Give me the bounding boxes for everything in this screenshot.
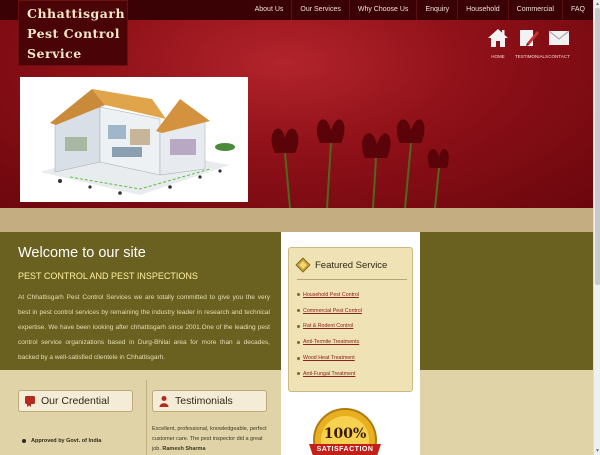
nav-commercial[interactable]: Commercial	[507, 0, 562, 20]
featured-service-list: Household Pest Control Commercial Pest C…	[297, 287, 362, 382]
featured-heading: Featured Service	[295, 257, 387, 273]
beige-band	[0, 208, 593, 232]
ribbon-icon	[25, 396, 35, 407]
service-item: Commercial Pest Control	[297, 303, 362, 319]
site-logo[interactable]: Chhattisgarh Pest Control Service	[18, 0, 128, 66]
logo-line-3: Service	[27, 46, 82, 61]
service-link-anti-fungal[interactable]: Anti-Fungal Treatment	[303, 371, 355, 377]
quick-link-label: HOME	[491, 54, 505, 59]
quick-link-label: TESTIMONIALS	[515, 54, 549, 59]
logo-line-1: Chhattisgarh	[27, 6, 126, 21]
nav-about-us[interactable]: About Us	[247, 0, 292, 20]
main-nav: About Us Our Services Why Choose Us Enqu…	[247, 0, 593, 20]
nav-faq[interactable]: FAQ	[561, 0, 593, 20]
badge-percent: 100%	[323, 426, 367, 442]
welcome-title: Welcome to our site	[18, 245, 146, 261]
badge-word: SATISFACTION	[316, 446, 374, 453]
nav-our-services[interactable]: Our Services	[291, 0, 348, 20]
service-link-rodent[interactable]: Rat & Rodent Control	[303, 323, 353, 329]
welcome-paragraph: At Chhattisgarh Pest Control Services we…	[18, 294, 270, 361]
welcome-subtitle: PEST CONTROL AND PEST INSPECTIONS	[18, 271, 198, 281]
credential-heading: Our Credential	[18, 390, 133, 412]
vertical-scrollbar[interactable]: ▲ ▼	[593, 0, 600, 455]
featured-divider	[297, 279, 407, 280]
bullet-icon	[297, 324, 300, 328]
nav-enquiry[interactable]: Enquiry	[416, 0, 457, 20]
service-item: Wood Heat Treatment	[297, 350, 362, 366]
header: Chhattisgarh Pest Control Service About …	[0, 0, 593, 208]
service-item: Anti-Fungal Treatment	[297, 366, 362, 382]
bullet-icon	[297, 372, 300, 376]
bullet-icon	[22, 439, 26, 443]
service-link-commercial[interactable]: Commercial Pest Control	[303, 308, 362, 314]
service-item: Rat & Rodent Control	[297, 319, 362, 335]
column-divider	[146, 380, 147, 455]
service-item: Household Pest Control	[297, 287, 362, 303]
featured-title: Featured Service	[315, 259, 388, 271]
person-icon	[159, 396, 169, 407]
service-link-household[interactable]: Household Pest Control	[303, 292, 359, 298]
testimonial-block: Excellent, professional, knowledgeable, …	[152, 424, 272, 454]
featured-service-box: Featured Service Household Pest Control …	[288, 247, 413, 392]
service-item: Anti-Termite Treatments	[297, 334, 362, 350]
home-icon	[484, 25, 512, 51]
hero-house-image	[20, 77, 248, 202]
bullet-icon	[297, 309, 300, 313]
credential-item-text: Approved by Govt. of India	[31, 438, 102, 444]
quick-link-testimonials[interactable]: TESTIMONIALS	[515, 25, 549, 59]
service-link-wood-heat[interactable]: Wood Heat Treatment	[303, 355, 355, 361]
credential-item: Approved by Govt. of India	[22, 438, 101, 444]
scroll-up-icon[interactable]: ▲	[595, 1, 600, 7]
testimonial-author: Ramesh Sharma	[162, 446, 206, 452]
testimonials-heading: Testimonials	[152, 390, 267, 412]
scrollbar-thumb[interactable]	[595, 8, 600, 285]
service-link-anti-termite[interactable]: Anti-Termite Treatments	[303, 339, 359, 345]
nav-why-choose-us[interactable]: Why Choose Us	[348, 0, 417, 20]
flower-decoration	[271, 119, 449, 208]
quick-link-contact[interactable]: CONTACT	[545, 25, 573, 59]
bullet-icon	[297, 356, 300, 360]
quick-link-home[interactable]: HOME	[484, 25, 512, 59]
nav-household[interactable]: Household	[457, 0, 507, 20]
testimonials-title: Testimonials	[175, 395, 233, 407]
edit-icon	[515, 25, 543, 51]
bullet-icon	[297, 293, 300, 297]
credential-title: Our Credential	[41, 395, 110, 407]
bullet-icon	[297, 340, 300, 344]
diamond-icon	[295, 257, 311, 273]
logo-line-2: Pest Control	[27, 26, 120, 41]
quick-link-label: CONTACT	[548, 54, 570, 59]
satisfaction-badge: 100% SATISFACTION	[307, 404, 383, 455]
mail-icon	[545, 25, 573, 51]
scroll-down-icon[interactable]: ▼	[595, 448, 600, 454]
